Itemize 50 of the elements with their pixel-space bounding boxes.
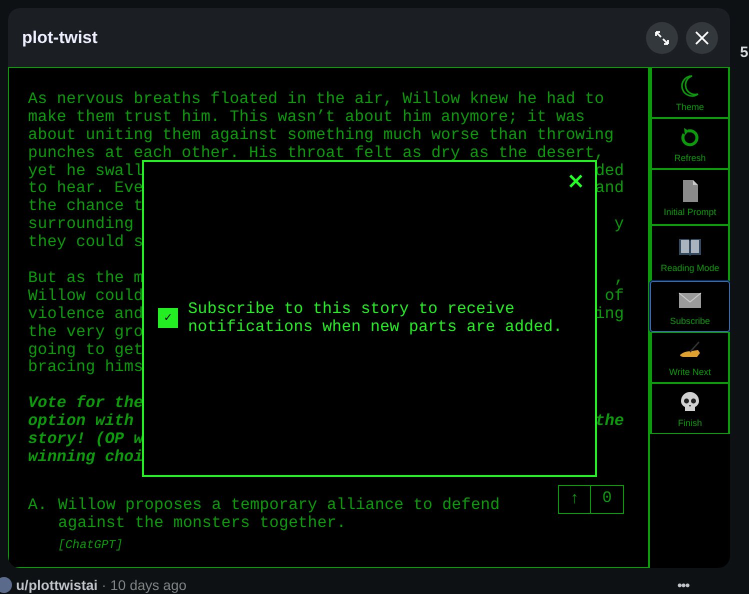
story-text: the very gro <box>28 324 144 342</box>
story-text: violence and <box>28 306 144 324</box>
checkbox[interactable]: ✓ <box>158 308 178 328</box>
more-button[interactable]: ••• <box>677 576 689 592</box>
sidebar-button[interactable]: Finish <box>650 383 730 434</box>
story-text: to hear. Eve <box>28 180 144 198</box>
window-title: plot-twist <box>22 28 98 48</box>
story-text: Willow could <box>28 288 144 306</box>
subscribe-label: Subscribe to this story to receive notifications when new parts are added. <box>188 300 564 336</box>
story-text: punches at each other. His throat felt as dry as the desert, <box>28 144 604 163</box>
close-button[interactable]: × <box>566 170 585 194</box>
story-text: option with <box>28 413 134 431</box>
sidebar-button[interactable]: Refresh <box>650 118 730 169</box>
story-text: make them trust him. This wasn’t about him anymore; it was <box>28 108 585 127</box>
expand-button[interactable] <box>646 22 678 54</box>
sidebar-button[interactable]: Reading Mode <box>650 225 730 281</box>
page-text: 5 <box>740 44 748 61</box>
sidebar-button[interactable]: Write Next <box>650 332 730 383</box>
choice-text: against the monsters together. <box>58 514 348 533</box>
story-text: about uniting them against something much worse than throwing <box>28 126 614 145</box>
choice-text: Willow proposes a temporary alliance to defend <box>58 496 501 515</box>
sidebar-button[interactable]: Subscribe <box>650 281 730 332</box>
sidebar-button[interactable]: Initial Prompt <box>650 169 730 225</box>
story-text: of <box>604 288 624 306</box>
story-text: y <box>614 216 624 234</box>
story-text: ing <box>595 306 624 324</box>
choice-label: A. <box>28 496 48 515</box>
close-button[interactable] <box>686 22 718 54</box>
story-text: bracing hims <box>28 359 144 378</box>
sidebar-button[interactable]: Theme <box>650 67 730 118</box>
story-text: surrounding <box>28 216 134 234</box>
story-text: , <box>614 270 624 288</box>
story-text: yet he swall <box>28 162 144 180</box>
close-icon <box>694 30 710 46</box>
choice-source: [ChatGPT] <box>58 536 124 554</box>
post-time: · 10 days ago <box>102 576 187 592</box>
story-text: the <box>595 413 624 432</box>
vote-count: 0 <box>590 486 623 513</box>
avatar <box>0 576 12 592</box>
expand-icon <box>654 30 670 46</box>
post-author[interactable]: u/plottwistai <box>16 576 98 592</box>
story-text: they could s <box>28 234 144 252</box>
story-text: going to get <box>28 342 144 359</box>
story-text: As nervous breaths floated in the air, Willow knew he had to <box>28 91 604 109</box>
story-text: winning choi <box>28 449 144 467</box>
story-text: Vote for the <box>28 395 144 413</box>
story-text: and <box>595 180 624 198</box>
story-text: the chance t <box>28 198 144 216</box>
skull-icon <box>678 390 702 414</box>
story-text: ded <box>595 162 624 180</box>
